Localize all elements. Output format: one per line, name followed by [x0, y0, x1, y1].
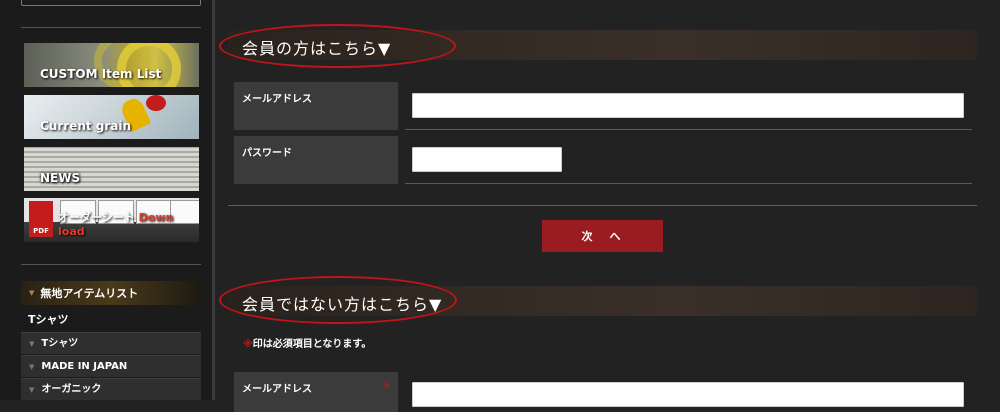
chevron-down-icon: ▼: [29, 340, 35, 348]
banner-label: オーダーシート Down load: [58, 211, 174, 238]
highlight-ellipse: [219, 276, 457, 324]
custom-item-list-banner[interactable]: CUSTOM Item List: [24, 43, 199, 87]
submenu-item-tshirt[interactable]: ▼ Tシャツ: [21, 332, 201, 354]
helmet-graphic: [146, 95, 166, 111]
required-fields-note: ※印は必須項目となります。: [243, 339, 372, 350]
member-email-input[interactable]: [412, 93, 964, 118]
menu-item-tshirt[interactable]: Tシャツ: [21, 309, 201, 331]
row-divider: [405, 129, 972, 130]
sidebar-divider: [21, 27, 201, 28]
highlight-ellipse: [219, 24, 456, 68]
member-password-input[interactable]: [412, 147, 562, 172]
banner-label: Current grain: [40, 119, 132, 133]
required-mark: ※: [243, 339, 253, 350]
member-email-label: メールアドレス: [234, 82, 398, 130]
sidebar-search-input[interactable]: [21, 0, 201, 6]
sidebar-divider: [21, 264, 201, 265]
sidebar-border: [212, 0, 215, 400]
sidebar: CUSTOM Item List Current grain NEWS PDF …: [0, 0, 212, 400]
submenu-item-made-in-japan[interactable]: ▼ MADE IN JAPAN: [21, 355, 201, 377]
order-sheet-download-banner[interactable]: PDF オーダーシート Down load: [24, 198, 199, 242]
banner-label: NEWS: [40, 171, 81, 185]
banner-label: CUSTOM Item List: [40, 67, 162, 81]
current-grain-banner[interactable]: Current grain: [24, 95, 199, 139]
nonmember-email-input[interactable]: [412, 382, 964, 407]
member-password-label: パスワード: [234, 136, 398, 184]
chevron-down-icon: ▼: [29, 363, 35, 371]
pdf-icon: PDF: [29, 201, 53, 237]
chevron-down-icon: ▼: [29, 289, 35, 297]
chevron-down-icon: ▼: [29, 386, 35, 394]
row-divider: [405, 183, 972, 184]
menu-header-plain-items[interactable]: ▼ 無地アイテムリスト: [21, 281, 201, 305]
section-separator: [228, 205, 977, 206]
required-mark: ※: [382, 379, 392, 392]
news-banner[interactable]: NEWS: [24, 147, 199, 191]
submenu-item-organic[interactable]: ▼ オーガニック: [21, 378, 201, 400]
nonmember-email-label: メールアドレス: [234, 372, 398, 412]
next-button[interactable]: 次 へ: [542, 220, 663, 252]
